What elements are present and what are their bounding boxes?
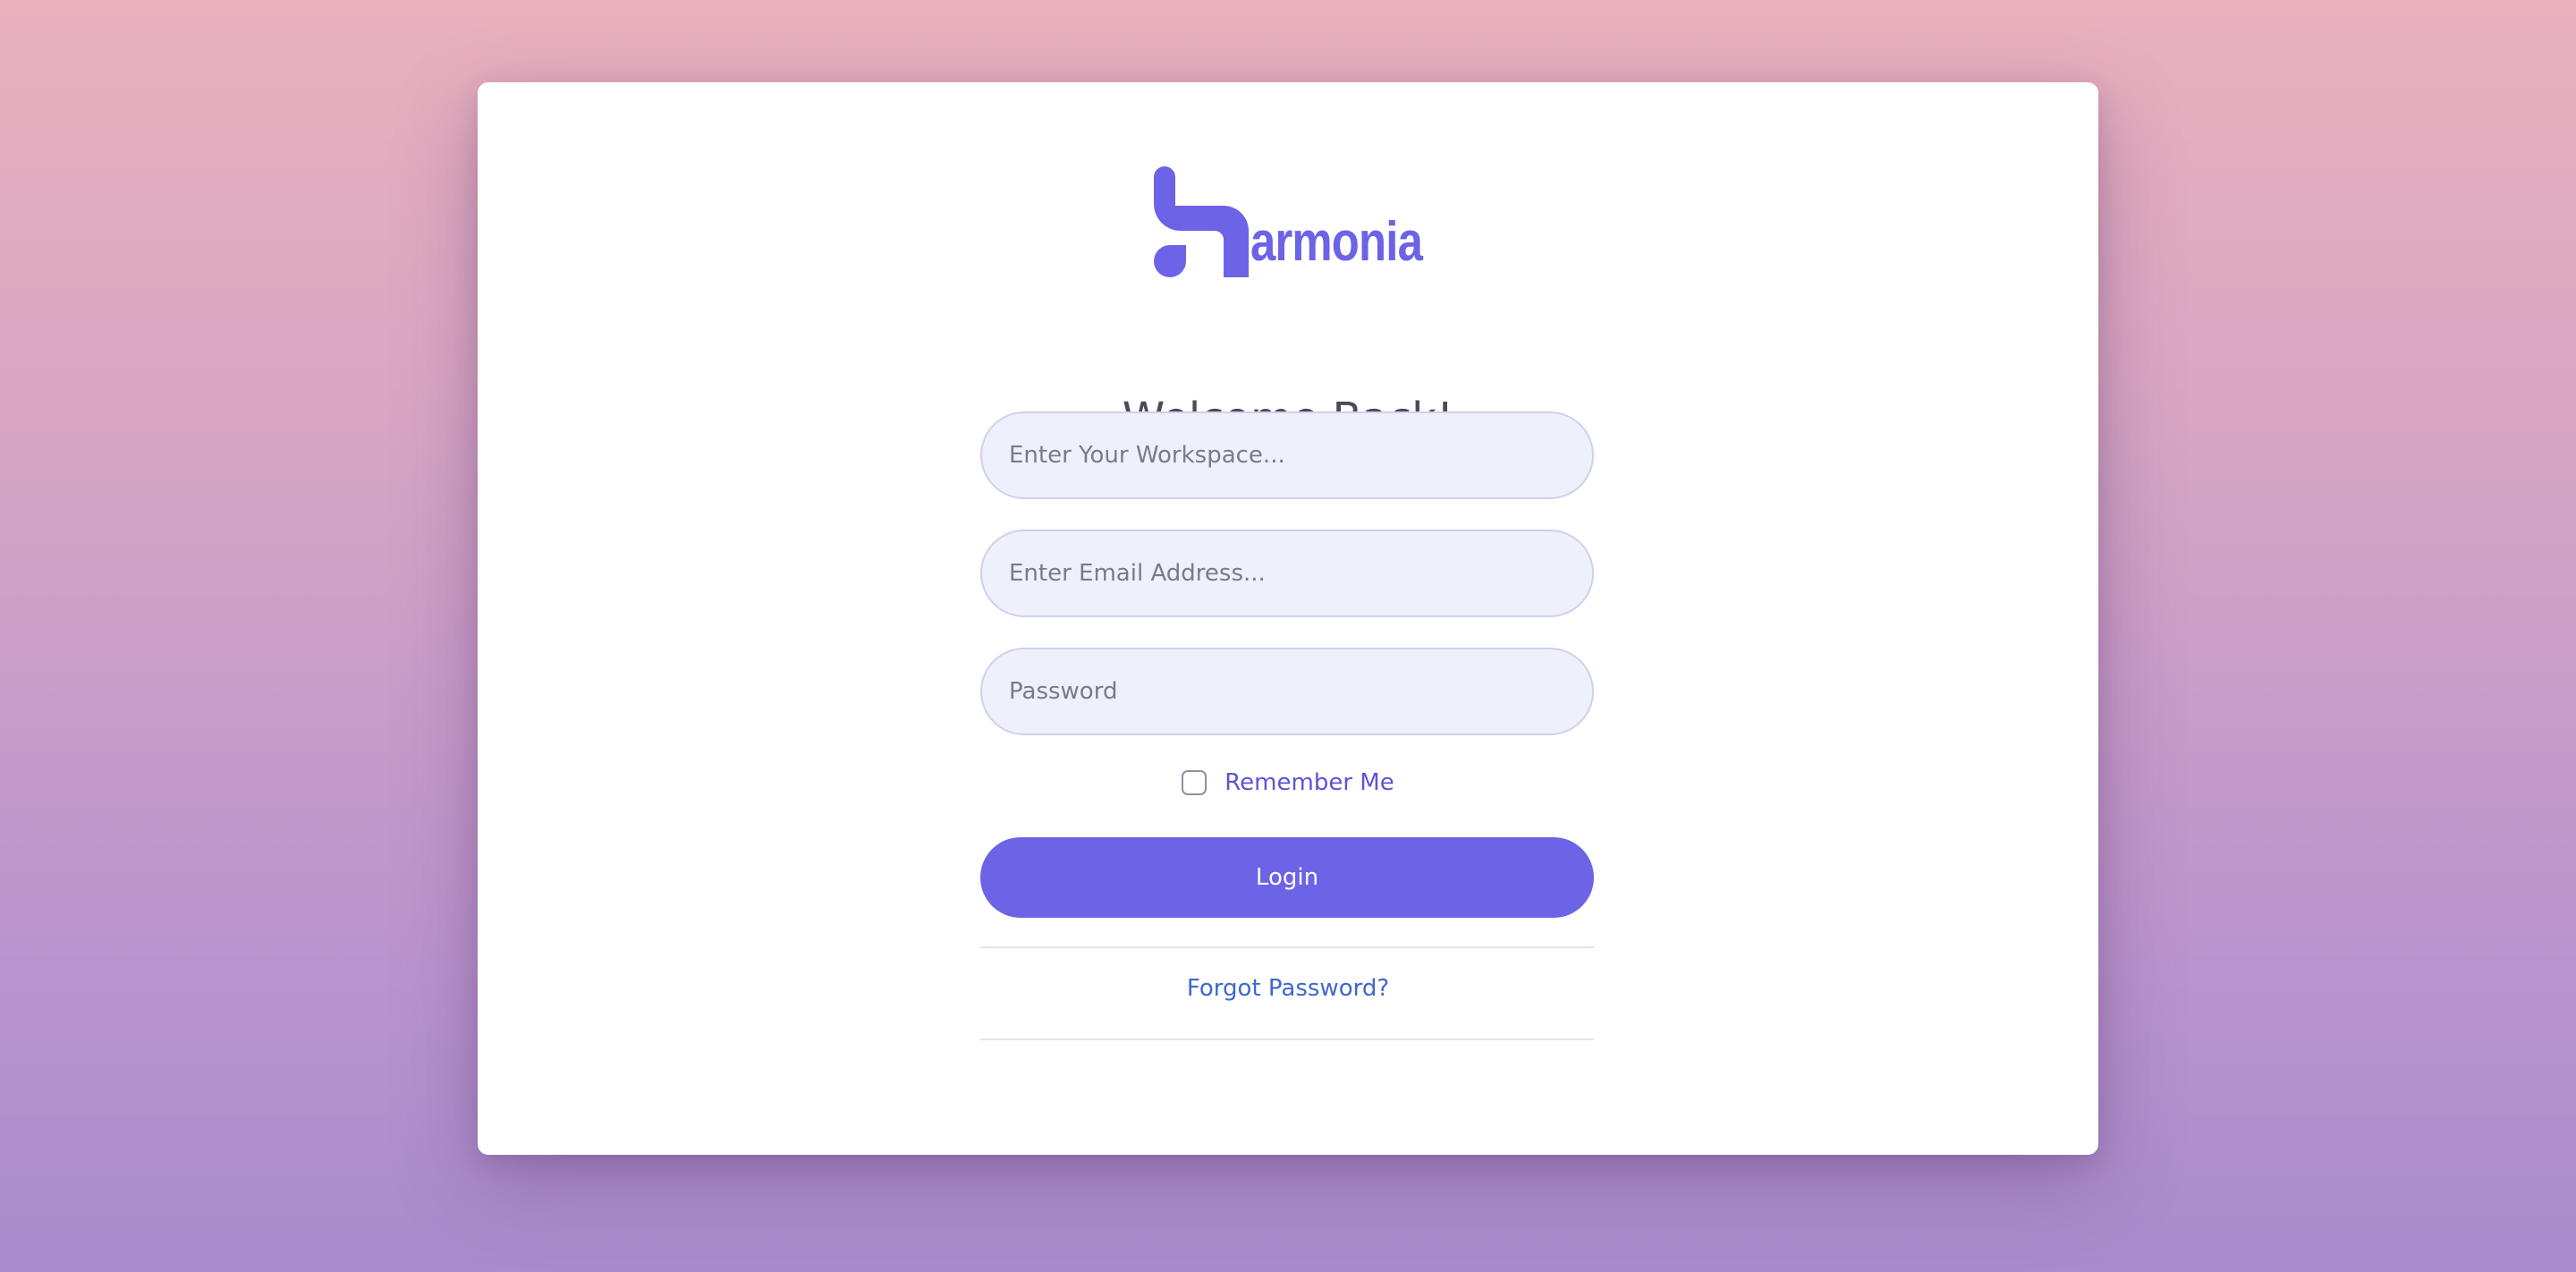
remember-me-checkbox[interactable] (1182, 770, 1208, 795)
password-input[interactable] (980, 648, 1594, 735)
remember-me-row: Remember Me (478, 769, 2098, 796)
workspace-input[interactable] (980, 411, 1594, 499)
forgot-password-link[interactable]: Forgot Password? (478, 975, 2098, 1002)
email-input[interactable] (980, 530, 1594, 617)
divider-bottom (980, 1039, 1594, 1040)
brand-logo: armonia (1154, 166, 1423, 277)
harmonia-h-logo-icon (1154, 166, 1249, 277)
remember-me-label[interactable]: Remember Me (1224, 769, 1394, 796)
login-card: armonia Welcome Back! Remember Me Login … (478, 82, 2098, 1155)
divider-top (980, 946, 1594, 948)
brand-wordmark: armonia (1250, 211, 1423, 273)
login-button[interactable]: Login (980, 837, 1594, 918)
